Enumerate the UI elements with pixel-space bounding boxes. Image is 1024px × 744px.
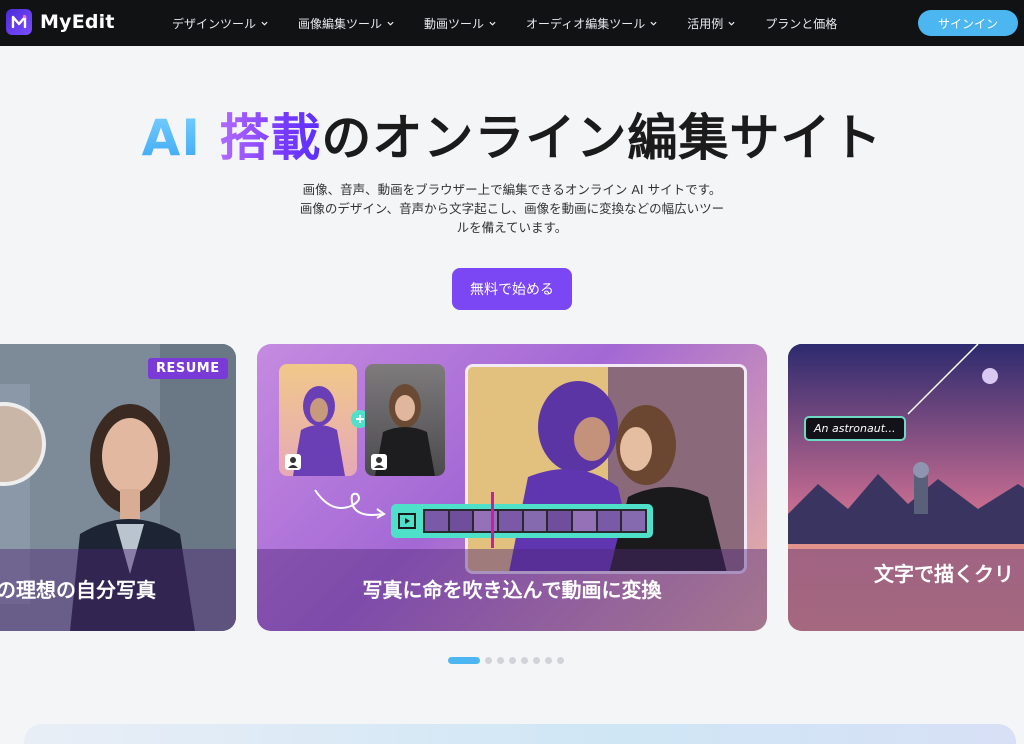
video-timeline[interactable] <box>391 492 653 548</box>
carousel-dot[interactable] <box>497 656 504 664</box>
hero-title-rest: のオンライン編集サイト <box>321 109 883 167</box>
main-menu: デザインツール 画像編集ツール 動画ツール オーディオ編集ツール 活用例 プラン… <box>172 0 867 46</box>
carousel-card-text-to-image[interactable]: An astronaut... 文字で描くクリ <box>788 344 1024 631</box>
brand-name: MyEdit <box>40 11 115 33</box>
curved-arrow-icon <box>314 489 386 519</box>
next-section-preview <box>24 724 1016 744</box>
nav-video-tools-label: 動画ツール <box>424 16 485 31</box>
nav-video-tools[interactable]: 動画ツール <box>424 15 496 32</box>
carousel-dot[interactable] <box>545 656 552 664</box>
prompt-tag: An astronaut... <box>804 416 906 441</box>
carousel-dot[interactable] <box>485 656 492 664</box>
nav-audio-tools[interactable]: オーディオ編集ツール <box>526 15 657 32</box>
card-caption: 写真に命を吹き込んで動画に変換 <box>362 578 662 602</box>
carousel-dot[interactable] <box>557 656 564 664</box>
nav-pricing-label: プランと価格 <box>765 16 838 31</box>
person-icon <box>371 454 387 470</box>
timeline-frames <box>423 509 647 533</box>
film-icon <box>397 511 417 531</box>
carousel-dot[interactable] <box>448 656 480 664</box>
nav-audio-tools-label: オーディオ編集ツール <box>526 16 646 31</box>
hero-description: 画像、音声、動画をブラウザー上で編集できるオンライン AI サイトです。 画像の… <box>262 180 762 237</box>
couple-video-illustration <box>468 367 744 571</box>
chevron-down-icon <box>728 21 735 26</box>
carousel-card-resume[interactable]: RESUME の理想の自分写真 <box>0 344 236 631</box>
chevron-down-icon <box>387 21 394 26</box>
source-photo-2 <box>365 364 445 476</box>
carousel-card-photo-to-video[interactable]: 写真に命を吹き込んで動画に変換 <box>257 344 767 631</box>
carousel-dot[interactable] <box>533 656 540 664</box>
hero-title-ai: AI <box>141 109 201 167</box>
playhead[interactable] <box>491 492 494 548</box>
card-caption: 文字で描くクリ <box>874 562 1014 586</box>
chevron-down-icon <box>650 21 657 26</box>
nav-pricing[interactable]: プランと価格 <box>765 15 837 32</box>
nav-use-cases[interactable]: 活用例 <box>687 15 735 32</box>
carousel-pagination <box>448 656 564 664</box>
nav-image-tools[interactable]: 画像編集ツール <box>298 15 394 32</box>
chevron-down-icon <box>489 21 496 26</box>
brand-logo[interactable]: MyEdit <box>6 9 115 35</box>
hero-desc-line: 画像のデザイン、音声から文字起こし、画像を動画に変換などの幅広いツー <box>299 201 725 216</box>
source-photo-1 <box>279 364 357 476</box>
carousel-dot[interactable] <box>509 656 516 664</box>
video-preview <box>465 364 747 574</box>
hero-desc-line: 画像、音声、動画をブラウザー上で編集できるオンライン AI サイトです。 <box>302 182 722 197</box>
myedit-logo-icon <box>6 9 32 35</box>
card-caption: の理想の自分写真 <box>0 578 156 602</box>
person-icon <box>285 454 301 470</box>
resume-badge: RESUME <box>148 358 228 379</box>
start-free-button[interactable]: 無料で始める <box>452 268 572 310</box>
nav-design-tools[interactable]: デザインツール <box>172 15 268 32</box>
signin-button[interactable]: サインイン <box>918 10 1018 36</box>
hero-desc-line: ルを備えています。 <box>456 220 568 235</box>
nav-image-tools-label: 画像編集ツール <box>298 16 383 31</box>
chevron-down-icon <box>261 21 268 26</box>
hero-title: AI 搭載のオンライン編集サイト <box>0 98 1024 170</box>
carousel-dot[interactable] <box>521 656 528 664</box>
nav-design-tools-label: デザインツール <box>172 16 257 31</box>
top-nav: MyEdit デザインツール 画像編集ツール 動画ツール オーディオ編集ツール … <box>0 0 1024 46</box>
hero-title-tosai: 搭載 <box>219 109 322 167</box>
nav-use-cases-label: 活用例 <box>687 16 724 31</box>
